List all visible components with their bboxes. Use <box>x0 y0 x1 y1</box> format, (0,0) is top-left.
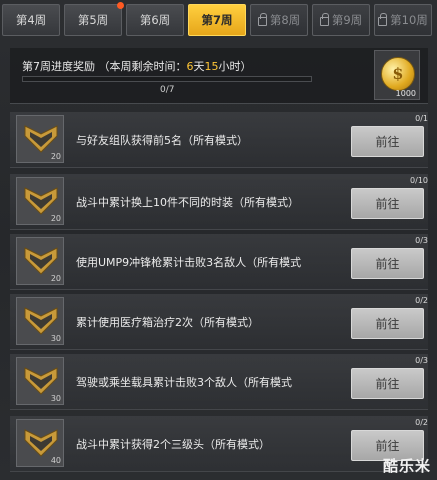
remaining-hours: 15 <box>204 60 219 73</box>
rank-badge: 20 <box>16 237 64 285</box>
tab-week-6[interactable]: 第6周 <box>126 4 184 36</box>
progress-title-text: 第7周进度奖励 （本周剩余时间： <box>22 60 187 73</box>
hours-unit: 小时） <box>218 60 252 73</box>
lock-icon <box>257 12 267 26</box>
chevron-rank-icon <box>24 125 58 153</box>
tab-week-10[interactable]: 第10周 <box>374 4 432 36</box>
task-progress-count: 0/10 <box>410 176 428 185</box>
tab-week-5[interactable]: 第5周 <box>64 2 124 36</box>
reward-chest[interactable]: 1000 <box>374 50 420 100</box>
task-points: 40 <box>50 456 61 465</box>
go-button[interactable]: 前往 <box>351 188 424 219</box>
progress-title: 第7周进度奖励 （本周剩余时间：6天15小时） <box>22 58 252 74</box>
task-row: 20 使用UMP9冲锋枪累计击败3名敌人（所有模式 0/3 前往 <box>10 234 428 290</box>
task-progress-count: 0/2 <box>415 418 428 427</box>
task-row: 30 驾驶或乘坐载具累计击败3个敌人（所有模式 0/3 前往 <box>10 354 428 410</box>
chevron-rank-icon <box>24 429 58 457</box>
progress-bar <box>22 76 312 82</box>
tab-week-4[interactable]: 第4周 <box>2 4 60 36</box>
task-row: 20 战斗中累计换上10件不同的时装（所有模式） 0/10 前往 <box>10 174 428 230</box>
remaining-days: 6 <box>186 60 194 73</box>
coin-icon <box>381 57 415 91</box>
tab-label: 第4周 <box>15 13 47 27</box>
rank-badge: 40 <box>16 419 64 467</box>
rank-badge: 20 <box>16 115 64 163</box>
task-row: 30 累计使用医疗箱治疗2次（所有模式） 0/2 前往 <box>10 294 428 350</box>
tab-week-8[interactable]: 第8周 <box>250 4 308 36</box>
task-row: 20 与好友组队获得前5名（所有模式） 0/1 前往 <box>10 112 428 168</box>
tab-label: 第9周 <box>331 13 363 27</box>
tab-week-9[interactable]: 第9周 <box>312 4 370 36</box>
chevron-rank-icon <box>24 247 58 275</box>
task-points: 20 <box>50 214 61 223</box>
task-description: 战斗中累计获得2个三级头（所有模式） <box>76 438 270 451</box>
task-description: 驾驶或乘坐载具累计击败3个敌人（所有模式 <box>76 376 292 389</box>
rank-badge: 20 <box>16 177 64 225</box>
tab-week-7[interactable]: 第7周 <box>188 4 246 36</box>
go-button[interactable]: 前往 <box>351 308 424 339</box>
tab-label: 第8周 <box>269 13 301 27</box>
week-tabs: 第4周 第5周 第6周 第7周 第8周 第9周 第10周 <box>0 0 437 42</box>
task-points: 20 <box>50 152 61 161</box>
tab-label: 第7周 <box>201 13 233 27</box>
task-description: 累计使用医疗箱治疗2次（所有模式） <box>76 316 259 329</box>
task-description: 与好友组队获得前5名（所有模式） <box>76 134 248 147</box>
task-points: 30 <box>50 394 61 403</box>
go-button[interactable]: 前往 <box>351 368 424 399</box>
chevron-rank-icon <box>24 187 58 215</box>
site-watermark: 酷乐米 <box>382 457 431 475</box>
days-unit: 天 <box>193 60 205 73</box>
task-progress-count: 0/1 <box>415 114 428 123</box>
go-button[interactable]: 前往 <box>351 248 424 279</box>
task-description: 战斗中累计换上10件不同的时装（所有模式） <box>76 196 299 209</box>
week-progress-panel: 第7周进度奖励 （本周剩余时间：6天15小时） 0/7 1000 <box>10 48 428 104</box>
task-points: 30 <box>50 334 61 343</box>
progress-count: 0/7 <box>160 85 175 95</box>
task-points: 20 <box>50 274 61 283</box>
task-progress-count: 0/3 <box>415 356 428 365</box>
lock-icon <box>319 12 329 26</box>
chevron-rank-icon <box>24 367 58 395</box>
rank-badge: 30 <box>16 297 64 345</box>
lock-icon <box>378 12 388 26</box>
tab-label: 第6周 <box>139 13 171 27</box>
reward-amount: 1000 <box>395 89 416 98</box>
rank-badge: 30 <box>16 357 64 405</box>
notification-dot-icon <box>117 2 124 9</box>
go-button[interactable]: 前往 <box>351 126 424 157</box>
tab-label: 第10周 <box>390 13 428 27</box>
task-description: 使用UMP9冲锋枪累计击败3名敌人（所有模式 <box>76 256 302 269</box>
task-progress-count: 0/3 <box>415 236 428 245</box>
chevron-rank-icon <box>24 307 58 335</box>
tab-label: 第5周 <box>77 13 109 27</box>
task-row: 40 战斗中累计获得2个三级头（所有模式） 0/2 前往 <box>10 416 428 472</box>
task-progress-count: 0/2 <box>415 296 428 305</box>
